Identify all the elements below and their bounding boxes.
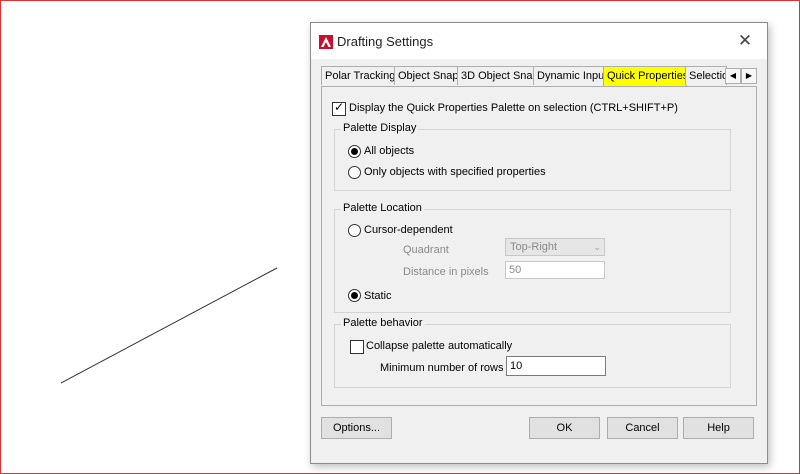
all-objects-radio[interactable]: [348, 145, 361, 158]
min-rows-label: Minimum number of rows: [380, 362, 504, 374]
display-palette-label: Display the Quick Properties Palette on …: [349, 102, 678, 114]
tab-polar-tracking[interactable]: Polar Tracking: [321, 66, 395, 85]
collapse-palette-label: Collapse palette automatically: [366, 340, 513, 352]
static-label: Static: [364, 290, 392, 302]
radio-dot: [351, 292, 358, 299]
quick-properties-panel: ✓ Display the Quick Properties Palette o…: [321, 86, 757, 406]
title-bar[interactable]: Drafting Settings ✕: [311, 23, 767, 59]
cursor-dependent-label: Cursor-dependent: [364, 224, 453, 236]
cancel-button[interactable]: Cancel: [607, 417, 678, 439]
palette-location-group: Palette Location Cursor-dependent Quadra…: [334, 202, 731, 313]
radio-dot: [351, 148, 358, 155]
tab-quick-properties[interactable]: Quick Properties: [603, 66, 687, 86]
all-objects-label: All objects: [364, 145, 415, 157]
drafting-settings-dialog: Drafting Settings ✕ Polar Tracking Objec…: [310, 22, 768, 464]
palette-behavior-title: Palette behavior: [341, 317, 425, 329]
distance-input: 50: [505, 261, 605, 279]
distance-label: Distance in pixels: [403, 266, 489, 278]
tab-strip: Polar Tracking Object Snap 3D Object Sna…: [321, 66, 757, 86]
min-rows-input[interactable]: 10: [506, 356, 606, 376]
tab-3d-object-snap[interactable]: 3D Object Snap: [457, 66, 535, 85]
quadrant-label: Quadrant: [403, 244, 449, 256]
palette-display-title: Palette Display: [341, 122, 419, 134]
specified-objects-label: Only objects with specified properties: [364, 166, 546, 178]
palette-behavior-group: Palette behavior Collapse palette automa…: [334, 317, 731, 388]
close-icon[interactable]: ✕: [731, 29, 759, 53]
tab-scroll-left-icon[interactable]: ◀: [725, 68, 741, 84]
tab-dynamic-input[interactable]: Dynamic Input: [533, 66, 605, 85]
palette-display-group: Palette Display All objects Only objects…: [334, 122, 731, 191]
cursor-dependent-radio[interactable]: [348, 224, 361, 237]
options-button[interactable]: Options...: [321, 417, 392, 439]
checkmark-icon: ✓: [334, 100, 345, 114]
display-palette-checkbox[interactable]: ✓: [332, 100, 346, 116]
tab-object-snap[interactable]: Object Snap: [394, 66, 459, 85]
static-radio[interactable]: [348, 289, 361, 302]
specified-objects-radio[interactable]: [348, 166, 361, 179]
quadrant-select: Top-Right ⌄: [505, 238, 605, 256]
tab-selection[interactable]: Selectio: [685, 66, 727, 85]
dialog-title: Drafting Settings: [337, 34, 434, 49]
tab-scroll-right-icon[interactable]: ▶: [741, 68, 757, 84]
quadrant-value: Top-Right: [510, 241, 558, 253]
collapse-palette-checkbox[interactable]: [350, 340, 364, 354]
palette-location-title: Palette Location: [341, 202, 424, 214]
chevron-down-icon: ⌄: [593, 242, 601, 252]
ok-button[interactable]: OK: [529, 417, 600, 439]
autocad-logo-icon: [319, 35, 333, 49]
help-button[interactable]: Help: [683, 417, 754, 439]
